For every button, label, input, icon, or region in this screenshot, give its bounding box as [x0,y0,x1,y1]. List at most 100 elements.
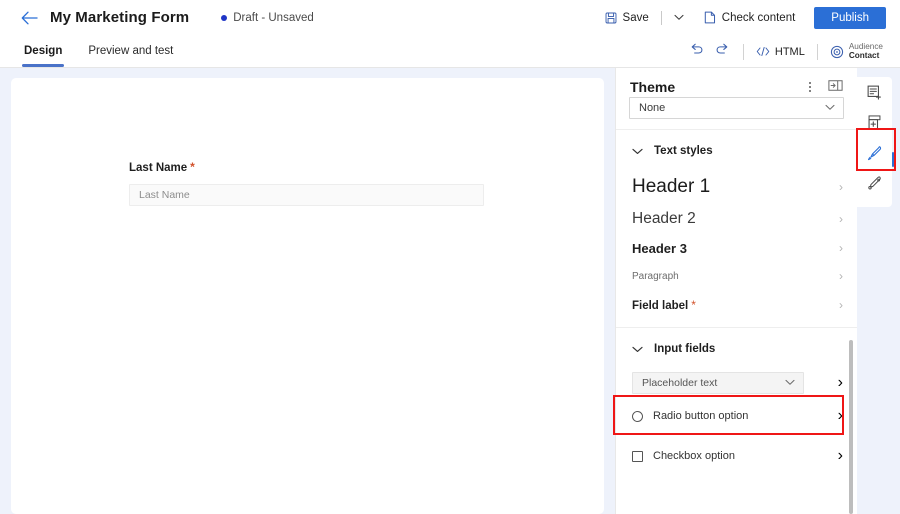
style-label-field-label-wrap: Field label* [632,296,696,314]
chevron-down-icon [785,377,795,389]
tab-preview-and-test[interactable]: Preview and test [86,37,175,66]
last-name-input[interactable]: Last Name [129,184,484,206]
chevron-down-icon [632,142,643,160]
style-label-header-3: Header 3 [632,241,687,256]
custom-css-button[interactable] [862,173,888,197]
save-button[interactable]: Save [598,7,656,29]
audience-contact-button[interactable]: Audience Contact [825,40,888,64]
form-properties-icon [867,85,882,105]
selection-indicator [892,152,895,167]
top-bar-actions: Save Check content Publis [598,0,900,35]
custom-css-icon [867,175,882,195]
style-label-field-label: Field label [632,300,688,312]
checkbox-option-label: Checkbox option [653,450,735,462]
page-title: My Marketing Form [50,9,189,26]
style-row-paragraph[interactable]: Paragraph › [616,262,857,290]
more-vertical-icon[interactable] [805,79,815,95]
field-label-text: Last Name [129,162,187,174]
add-element-icon [867,115,882,135]
chevron-right-icon: › [838,447,843,465]
code-brackets-icon [756,46,770,57]
radio-button-icon [632,411,643,422]
style-brush-button[interactable] [862,143,888,167]
html-label: HTML [775,46,805,58]
add-element-button[interactable] [862,113,888,137]
checkbox-option-left: Checkbox option [632,450,735,462]
chevron-right-icon: › [838,374,843,392]
app-root: My Marketing Form Draft - Unsaved Save [0,0,900,514]
form-card: Last Name* Last Name [11,78,604,514]
style-label-paragraph: Paragraph [632,271,679,282]
section-header-input-fields[interactable]: Input fields [616,328,857,368]
html-button[interactable]: HTML [751,43,810,61]
arrow-left-icon [21,11,38,25]
chevron-down-icon [632,340,643,358]
undo-arrow-icon [689,42,704,61]
status-dot-icon [221,15,227,21]
style-row-header-3[interactable]: Header 3 › [616,234,857,262]
chevron-right-icon: › [838,407,843,425]
style-label-header-2: Header 2 [632,210,696,228]
status-text: Draft - Unsaved [233,12,314,24]
radio-option-left: Radio button option [632,410,748,422]
right-rail [857,68,900,514]
form-canvas: Last Name* Last Name [0,68,615,514]
style-row-header-1[interactable]: Header 1 › [616,170,857,204]
chevron-down-icon [674,12,684,24]
chevron-right-icon: › [839,298,843,312]
collapse-panel-button[interactable] [825,77,845,97]
section-label-input-fields: Input fields [654,343,715,355]
target-audience-icon [830,45,844,59]
style-brush-icon [867,145,883,166]
collapse-panel-icon [828,78,843,96]
save-label: Save [623,12,649,24]
style-row-field-label[interactable]: Field label* › [616,290,857,320]
placeholder-text-value: Placeholder text [642,377,717,389]
status-badge: Draft - Unsaved [221,12,314,24]
form-properties-button[interactable] [862,83,888,107]
check-content-label: Check content [722,12,796,24]
audience-line-2: Contact [849,52,883,61]
chevron-right-icon: › [839,269,843,283]
chevron-right-icon: › [839,212,843,226]
checkbox-icon [632,451,643,462]
redo-arrow-icon [715,42,730,61]
back-button[interactable] [14,3,44,33]
divider [743,44,744,60]
top-bar: My Marketing Form Draft - Unsaved Save [0,0,900,35]
style-row-header-2[interactable]: Header 2 › [616,204,857,234]
style-row-checkbox-option[interactable]: Checkbox option › [616,434,857,474]
chevron-right-icon: › [839,241,843,255]
right-rail-card [857,77,892,207]
theme-panel: Theme None [615,68,857,514]
tab-design[interactable]: Design [22,37,64,66]
form-field-last-name: Last Name* Last Name [129,160,489,206]
publish-button[interactable]: Publish [814,7,886,29]
audience-contact-label: Audience Contact [849,43,883,61]
panel-scrollbar[interactable] [849,340,853,514]
required-marker: * [190,160,195,174]
theme-panel-header: Theme [616,68,857,106]
placeholder-text-select[interactable]: Placeholder text [632,372,804,394]
check-content-button[interactable]: Check content [697,6,803,29]
radio-option-label: Radio button option [653,410,748,422]
save-disk-icon [605,12,617,24]
undo-button[interactable] [684,39,710,65]
tab-bar: Design Preview and test [0,35,900,68]
chevron-right-icon: › [839,180,843,194]
field-label: Last Name* [129,160,489,174]
redo-button[interactable] [710,39,736,65]
document-check-icon [704,11,716,24]
tab-bar-actions: HTML Audience Contact [684,35,900,68]
section-header-text-styles[interactable]: Text styles [616,130,857,170]
input-placeholder: Last Name [139,189,190,201]
style-row-radio-button-option[interactable]: Radio button option › [616,398,857,434]
theme-panel-actions [805,68,845,106]
divider [817,44,818,60]
required-marker: * [691,298,696,312]
style-row-placeholder-text[interactable]: Placeholder text › [616,368,857,398]
divider [661,11,662,25]
section-label-text-styles: Text styles [654,145,713,157]
save-dropdown-button[interactable] [667,7,691,29]
style-label-header-1: Header 1 [632,176,710,198]
